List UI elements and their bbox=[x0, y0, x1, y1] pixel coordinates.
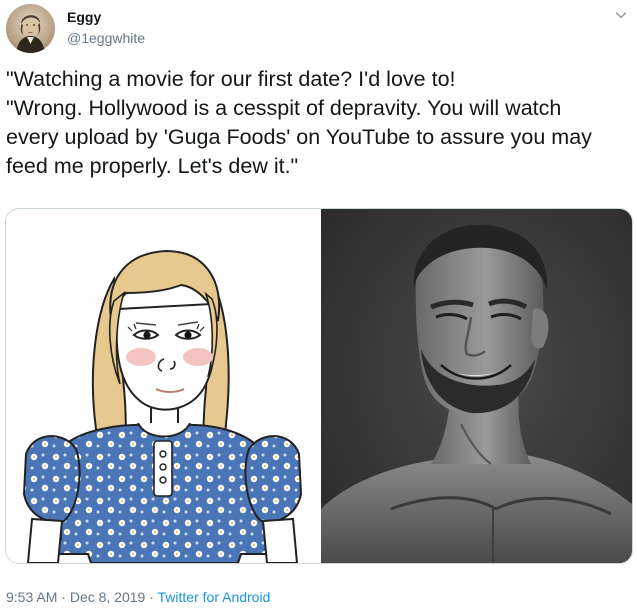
tweet-card: Eggy @1eggwhite "Watching a movie for ou… bbox=[0, 0, 637, 613]
tweet-text-line: every upload by 'Guga Foods' on YouTube … bbox=[6, 125, 592, 149]
wojak-girl-image[interactable] bbox=[6, 209, 319, 563]
chevron-down-icon[interactable] bbox=[614, 8, 628, 22]
tweet-text-line: "Watching a movie for our first date? I'… bbox=[6, 67, 456, 91]
tweet-text-line: feed me properly. Let's dew it." bbox=[6, 154, 299, 178]
author-display-name[interactable]: Eggy bbox=[67, 9, 101, 25]
tweet-time[interactable]: 9:53 AM bbox=[6, 589, 57, 605]
author-handle[interactable]: @1eggwhite bbox=[67, 30, 145, 46]
tweet-text-line: "Wrong. Hollywood is a cesspit of deprav… bbox=[6, 96, 562, 120]
tweet-text: "Watching a movie for our first date? I'… bbox=[6, 65, 632, 181]
tweet-source-link[interactable]: Twitter for Android bbox=[158, 589, 271, 605]
separator: · bbox=[145, 589, 158, 605]
gigachad-image[interactable] bbox=[321, 209, 632, 563]
separator: · bbox=[57, 589, 70, 605]
avatar[interactable] bbox=[6, 4, 55, 53]
tweet-timestamp: 9:53 AM · Dec 8, 2019 · Twitter for Andr… bbox=[6, 589, 270, 605]
tweet-date[interactable]: Dec 8, 2019 bbox=[70, 589, 146, 605]
tweet-media[interactable] bbox=[5, 208, 633, 564]
